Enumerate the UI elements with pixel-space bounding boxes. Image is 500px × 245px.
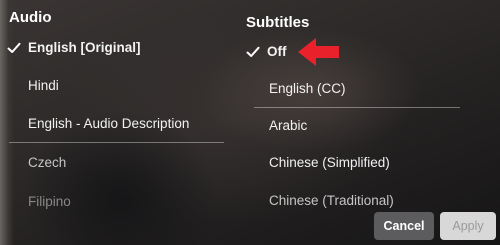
audio-option-filipino[interactable]: Filipino bbox=[28, 194, 71, 209]
check-icon bbox=[246, 46, 260, 57]
cancel-button[interactable]: Cancel bbox=[374, 212, 434, 240]
subtitles-option-chinese-traditional[interactable]: Chinese (Traditional) bbox=[269, 193, 394, 208]
check-icon bbox=[7, 42, 21, 53]
audio-option-english-original[interactable]: English [Original] bbox=[28, 40, 141, 55]
subtitles-option-chinese-simplified[interactable]: Chinese (Simplified) bbox=[269, 155, 390, 170]
audio-option-english-audio-description[interactable]: English - Audio Description bbox=[28, 116, 189, 131]
screen-glare bbox=[0, 0, 14, 245]
audio-heading: Audio bbox=[9, 9, 52, 26]
subtitles-option-english-cc[interactable]: English (CC) bbox=[269, 81, 346, 96]
subtitles-option-off[interactable]: Off bbox=[267, 44, 287, 59]
audio-divider bbox=[9, 142, 224, 143]
apply-button[interactable]: Apply bbox=[440, 212, 496, 240]
annotation-arrow-icon bbox=[298, 38, 339, 66]
audio-option-czech[interactable]: Czech bbox=[28, 155, 66, 170]
subtitles-heading: Subtitles bbox=[246, 14, 310, 31]
subtitles-divider bbox=[254, 107, 460, 108]
audio-option-hindi[interactable]: Hindi bbox=[28, 78, 59, 93]
subtitles-option-arabic[interactable]: Arabic bbox=[269, 118, 307, 133]
